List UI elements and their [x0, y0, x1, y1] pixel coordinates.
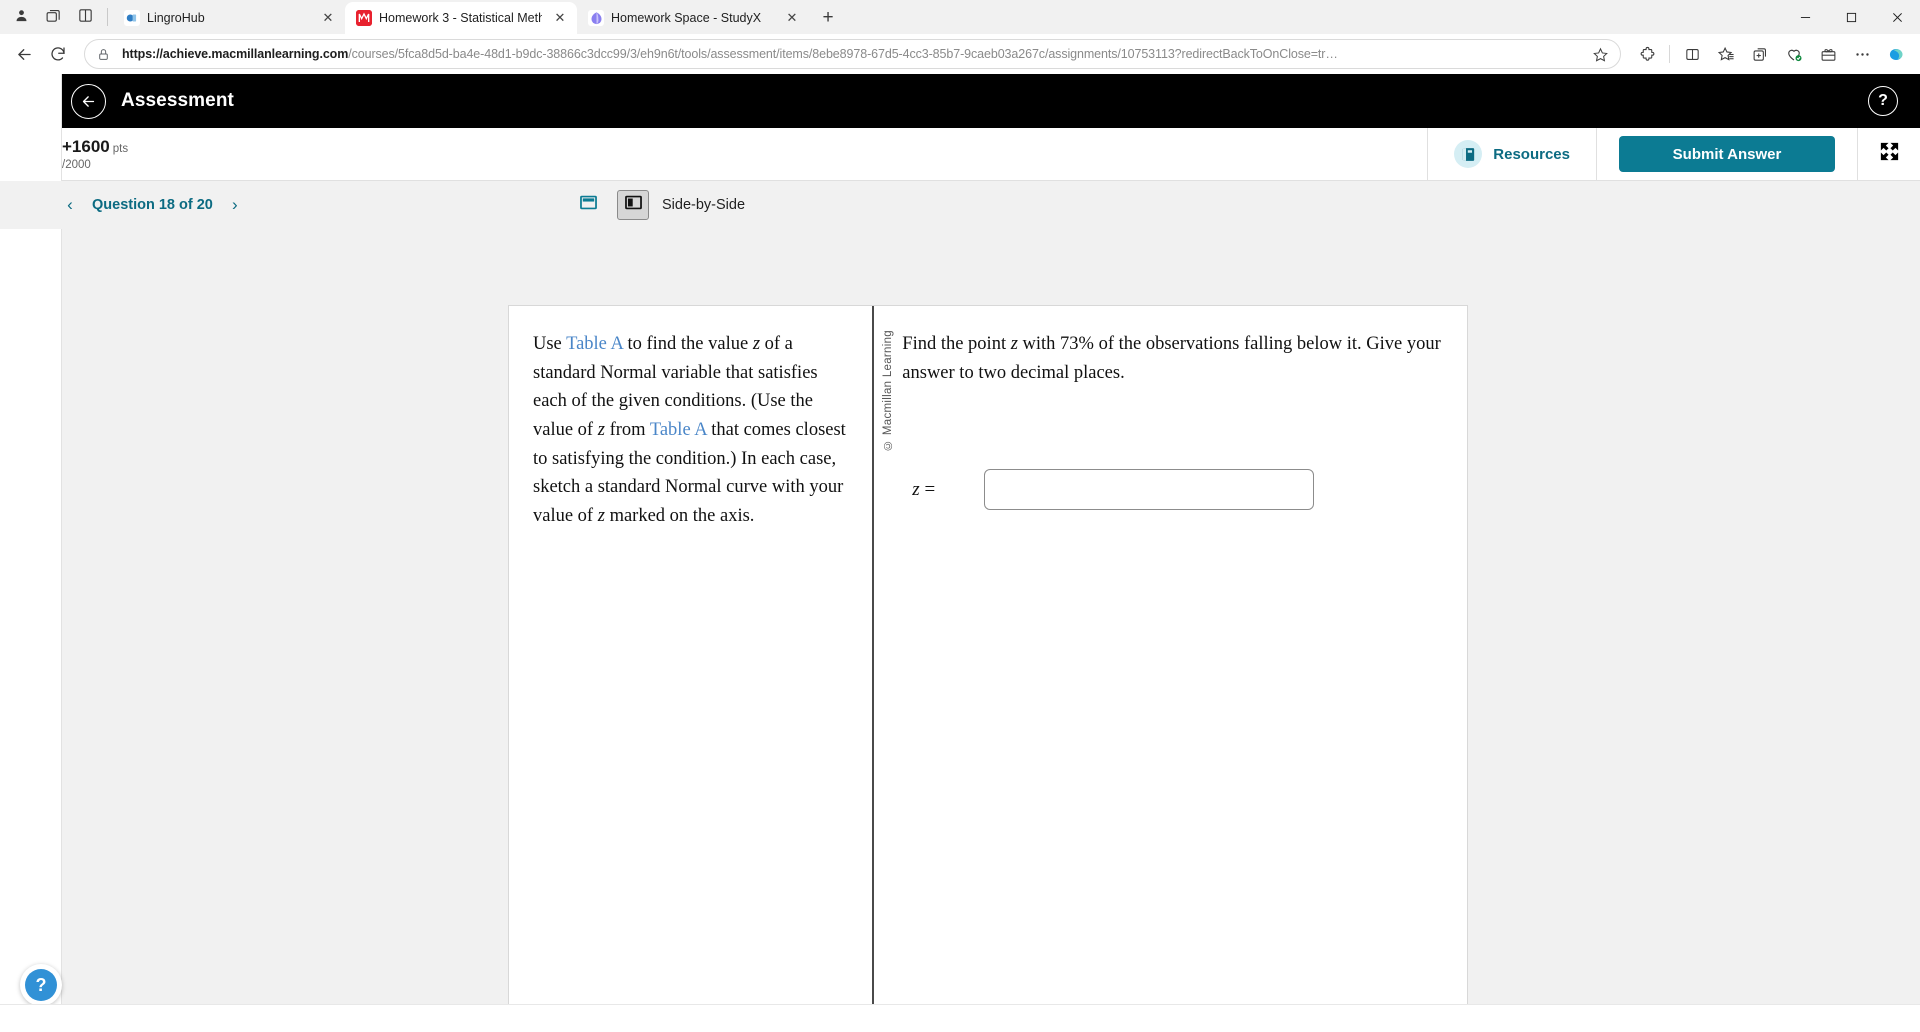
answer-label-var: z [912, 478, 920, 500]
answer-row: z = [902, 469, 1449, 511]
resources-label: Resources [1493, 145, 1570, 163]
stacked-view-icon [579, 193, 598, 217]
lingrohub-favicon [124, 10, 140, 26]
favorites-icon[interactable] [1710, 38, 1742, 70]
address-bar[interactable]: https://achieve.macmillanlearning.com/co… [84, 39, 1621, 69]
split-screen-icon[interactable] [1676, 38, 1708, 70]
submit-answer-button[interactable]: Submit Answer [1619, 136, 1835, 172]
lock-icon [97, 48, 113, 61]
resources-button[interactable]: Resources [1427, 127, 1597, 181]
floating-help-button[interactable]: ? [20, 964, 62, 1006]
browser-tab-1[interactable]: Homework 3 - Statistical Methods ✕ [345, 2, 577, 34]
new-tab-button[interactable]: + [813, 4, 843, 32]
question-content-card: Use Table A to find the value z of a sta… [508, 305, 1468, 1032]
part-text-1: Find the point [902, 334, 1011, 354]
stem-prefix: Use [533, 334, 567, 354]
application-viewport: Assessment ? +1600 pts /2000 Resources Su… [0, 74, 1920, 1032]
header-help-icon[interactable]: ? [1868, 86, 1898, 116]
tab-strip-system-icons [6, 0, 113, 34]
answer-pane: © Macmillan Learning Find the point z wi… [874, 306, 1467, 1032]
points-earned-value: +1600 [62, 137, 110, 156]
question-navigation: ‹ Question 18 of 20 › [62, 195, 243, 215]
browser-toolbar-icons [1631, 38, 1912, 70]
url-host: https://achieve.macmillanlearning.com [122, 47, 349, 61]
back-arrow-icon[interactable] [71, 83, 106, 119]
stem-var-2: z [597, 420, 605, 441]
previous-question-button[interactable]: ‹ [62, 195, 78, 215]
address-bar-url: https://achieve.macmillanlearning.com/co… [122, 47, 1588, 61]
browser-tab-0[interactable]: LingroHub ✕ [113, 2, 345, 34]
answer-label: z = [912, 479, 984, 501]
browser-essentials-icon[interactable] [1778, 38, 1810, 70]
window-maximize-button[interactable] [1828, 0, 1874, 34]
submit-answer-container: Submit Answer [1597, 127, 1858, 181]
app-sub-header: +1600 pts /2000 Resources Submit Answer [0, 127, 1920, 181]
refresh-button[interactable] [42, 38, 74, 70]
answer-input[interactable] [984, 469, 1315, 511]
profile-icon[interactable] [6, 2, 36, 30]
browser-tab-2-close-icon[interactable]: ✕ [781, 7, 803, 29]
stem-suffix: marked on the axis. [604, 506, 755, 527]
extensions-icon[interactable] [1631, 38, 1663, 70]
points-earned: +1600 pts [62, 137, 128, 157]
stem-var-1: z [752, 334, 761, 354]
browser-tabs: LingroHub ✕ Homework 3 - Statistical Met… [113, 0, 843, 34]
question-mark-icon: ? [25, 969, 57, 1001]
browser-tab-2-title: Homework Space - StudyX [611, 11, 762, 25]
favorite-star-icon[interactable] [1588, 47, 1612, 62]
copilot-icon[interactable] [1880, 38, 1912, 70]
collections-add-icon[interactable] [1744, 38, 1776, 70]
question-toolbar: ‹ Question 18 of 20 › Side-by-Side [0, 181, 1920, 229]
rewards-icon[interactable] [1812, 38, 1844, 70]
points-unit: pts [112, 143, 129, 155]
question-counter: Question 18 of 20 [92, 197, 213, 213]
tab-strip-divider [107, 8, 108, 26]
answer-pane-body: Find the point z with 73% of the observa… [892, 330, 1449, 511]
question-part-text: Find the point z with 73% of the observa… [902, 330, 1449, 387]
side-by-side-view-button[interactable] [617, 190, 649, 220]
stacked-view-button[interactable] [572, 190, 604, 220]
side-by-side-view-icon [624, 193, 643, 217]
browser-tab-2[interactable]: Homework Space - StudyX ✕ [577, 2, 809, 34]
fullscreen-button[interactable] [1858, 128, 1920, 181]
question-stem-text: Use Table A to find the value z of a sta… [533, 330, 848, 531]
split-screen-icon[interactable] [70, 2, 100, 30]
copyright-notice: © Macmillan Learning [882, 330, 895, 451]
macmillan-favicon [356, 10, 372, 26]
stem-var-3: z [597, 506, 605, 527]
url-path: /courses/5fca8d5d-ba4e-48d1-b9dc-38866c3… [348, 47, 1338, 61]
browser-tab-1-title: Homework 3 - Statistical Methods [379, 11, 542, 25]
expand-icon [1878, 140, 1901, 168]
points-total: /2000 [62, 159, 91, 171]
browser-tab-strip: LingroHub ✕ Homework 3 - Statistical Met… [0, 0, 1920, 34]
part-var-z: z [1010, 334, 1018, 354]
bottom-strip [0, 1004, 1920, 1032]
studyx-favicon [588, 10, 604, 26]
back-button[interactable] [8, 38, 40, 70]
window-controls [1782, 0, 1920, 34]
more-options-icon[interactable] [1846, 38, 1878, 70]
question-stem-pane: Use Table A to find the value z of a sta… [509, 306, 872, 1032]
browser-tab-0-close-icon[interactable]: ✕ [317, 7, 339, 29]
table-a-link-2[interactable]: Table A [650, 420, 707, 440]
browser-tab-0-title: LingroHub [147, 11, 205, 25]
browser-tab-1-close-icon[interactable]: ✕ [549, 7, 571, 29]
sub-header-actions: Resources Submit Answer [1427, 127, 1920, 181]
toolbar-divider [1669, 45, 1670, 63]
book-icon [1454, 140, 1483, 168]
view-mode-label: Side-by-Side [662, 197, 746, 213]
stem-mid-3: from [604, 420, 650, 441]
stem-mid-1: to find the value [622, 334, 753, 354]
table-a-link-1[interactable]: Table A [566, 334, 623, 354]
window-minimize-button[interactable] [1782, 0, 1828, 34]
answer-label-equals: = [919, 478, 936, 500]
collections-icon[interactable] [38, 2, 68, 30]
view-mode-toggle: Side-by-Side [572, 190, 745, 220]
page-title: Assessment [121, 90, 234, 111]
browser-navigation-bar: https://achieve.macmillanlearning.com/co… [0, 34, 1920, 74]
points-block: +1600 pts /2000 [62, 137, 128, 171]
next-question-button[interactable]: › [227, 195, 243, 215]
window-close-button[interactable] [1874, 0, 1920, 34]
app-header: Assessment ? [0, 74, 1920, 128]
